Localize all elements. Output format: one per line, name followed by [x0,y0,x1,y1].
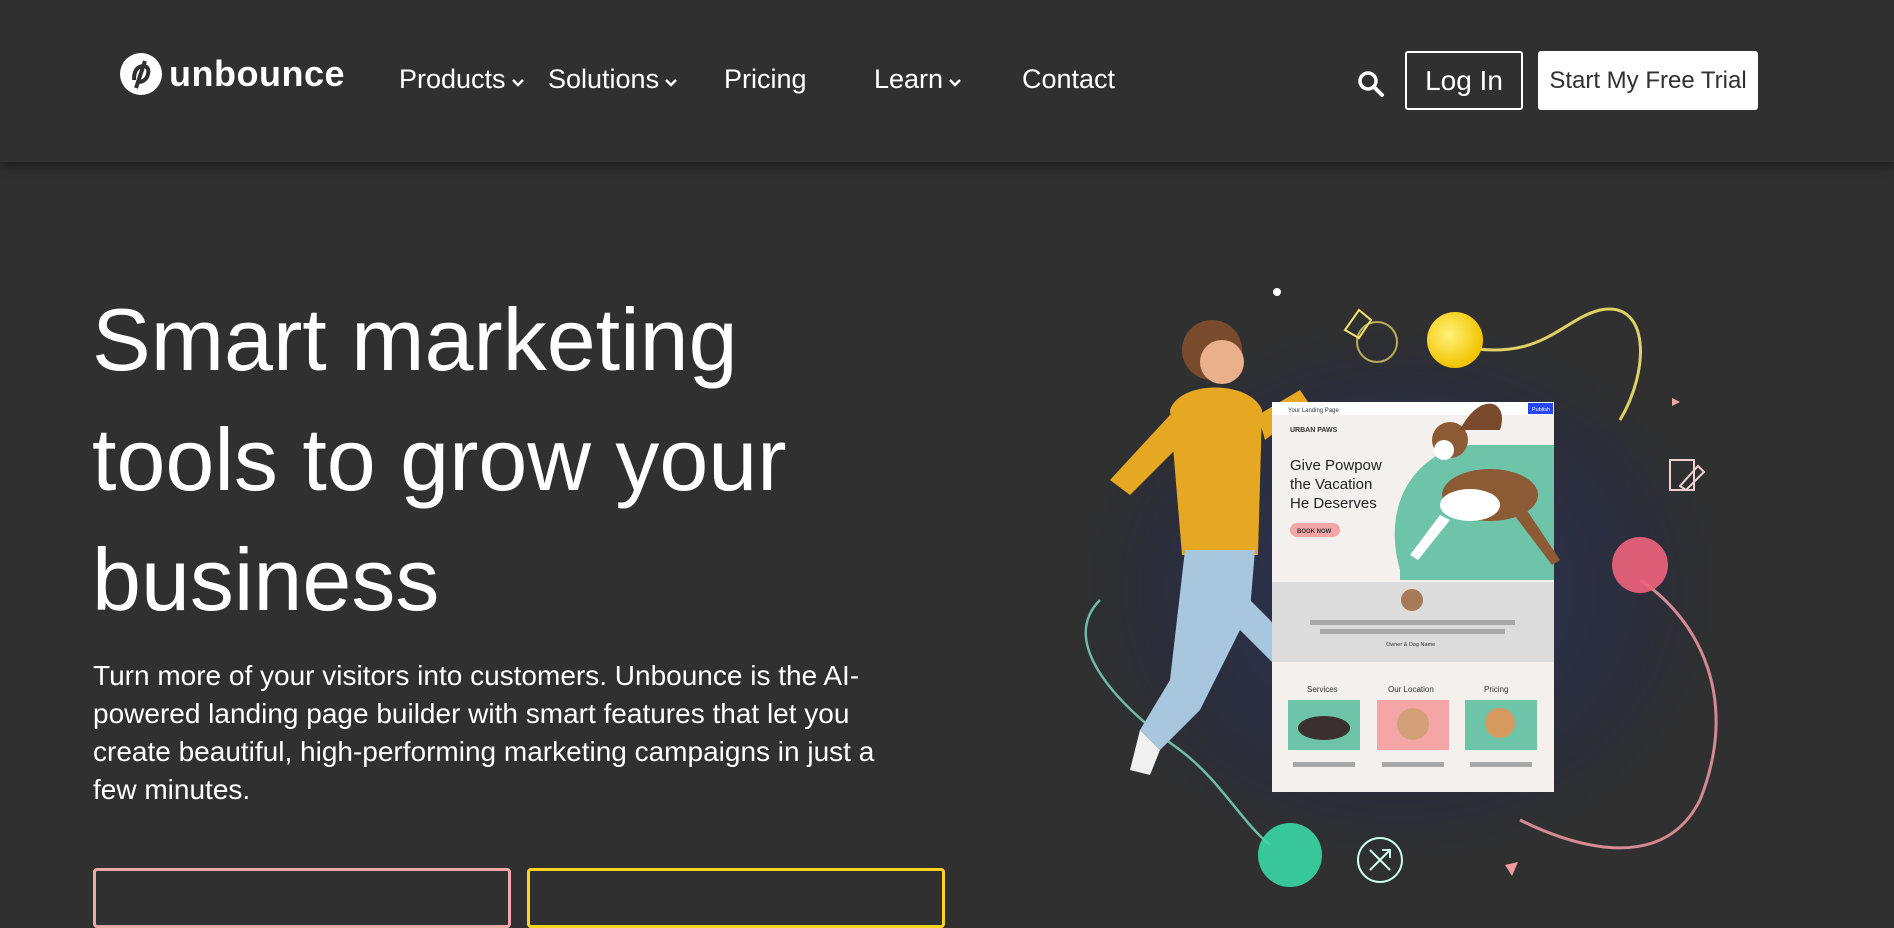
nav-products-label: Products [399,64,506,94]
mockup-owner-avatar [1401,589,1423,611]
landing-page-mockup: Your Landing Page Publish URBAN PAWS Giv… [1272,402,1560,792]
pink-burst [1612,537,1668,593]
mockup-headline-line-3: He Deserves [1290,495,1377,512]
primary-cta-button[interactable] [93,868,511,928]
nav-pricing-label: Pricing [724,64,807,94]
mockup-owner-caption: Owner & Dog Name [1386,642,1435,648]
hero-subtitle: Turn more of your visitors into customer… [93,660,875,805]
hero-illustration: Your Landing Page Publish URBAN PAWS Giv… [1040,288,1760,890]
hero-title-line-1: Smart marketing [92,290,738,389]
nav-solutions-label: Solutions [548,64,660,94]
mockup-text-line [1470,762,1532,767]
hero-title: Smart marketing tools to grow your busin… [92,280,892,640]
mockup-col-pricing: Pricing [1484,685,1508,694]
mockup-brand: URBAN PAWS [1290,427,1338,434]
chevron-down-icon [511,78,524,87]
unbounce-logo[interactable]: unbounce [119,52,345,96]
nav-products[interactable]: Products [399,64,526,95]
unbounce-logo-icon [120,53,162,95]
mockup-publish-label: Publish [1532,407,1550,413]
search-icon[interactable] [1357,70,1385,98]
mockup-text-line [1382,762,1444,767]
mockup-text-line [1293,762,1355,767]
dog-lying-figure [1298,716,1350,740]
hero-title-line-3: business [92,530,440,629]
secondary-cta-button[interactable] [527,868,945,928]
mockup-text-line [1320,629,1505,634]
nav-contact-label: Contact [1022,64,1116,94]
chevron-down-icon [949,78,961,87]
nav-learn[interactable]: Learn [874,64,963,95]
sparkle [1273,288,1281,296]
mockup-headline-line-1: Give Powpow [1290,457,1382,474]
login-button[interactable]: Log In [1405,51,1523,110]
start-free-trial-button[interactable]: Start My Free Trial [1538,51,1758,110]
puppy-figure [1485,708,1515,738]
yellow-ball [1427,312,1483,368]
bulldog-figure [1397,708,1429,740]
logo-wordmark: unbounce [169,53,345,94]
mockup-book-label: BOOK NOW [1297,529,1332,535]
mockup-headline-line-2: the Vacation [1290,476,1372,493]
nav-learn-label: Learn [874,64,944,94]
site-header: unbounce Products Solutions Pricing Lear… [0,0,1894,162]
mockup-col-services: Services [1307,685,1338,694]
nav-contact[interactable]: Contact [1022,64,1115,95]
hero-title-line-2: tools to grow your [92,410,787,509]
mockup-window-title: Your Landing Page [1288,408,1339,414]
nav-pricing[interactable]: Pricing [724,64,807,95]
mockup-text-line [1310,620,1515,625]
nav-solutions[interactable]: Solutions [548,64,679,95]
chevron-down-icon [665,78,677,87]
mockup-col-location: Our Location [1388,685,1434,694]
teal-burst [1258,823,1322,887]
